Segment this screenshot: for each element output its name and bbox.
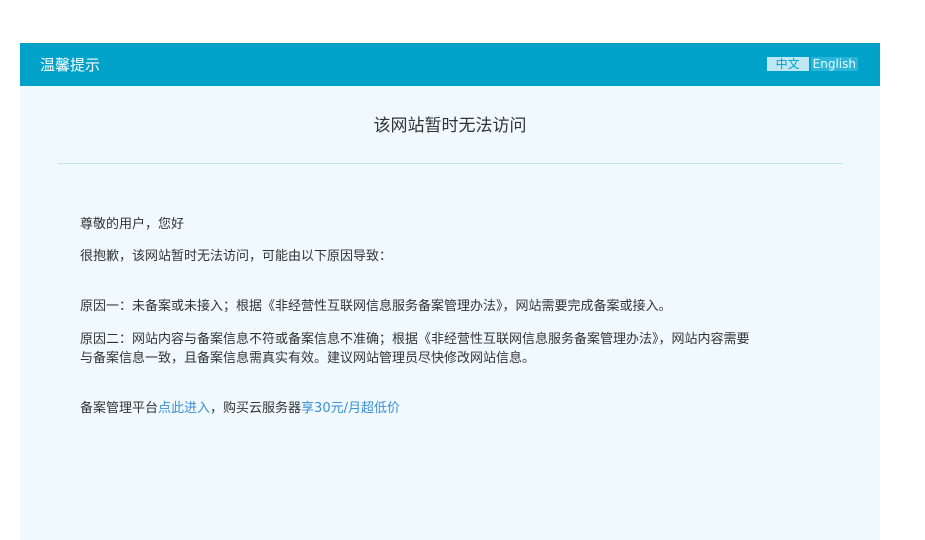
- lang-chinese-button[interactable]: 中文: [766, 57, 809, 71]
- intro-text: 很抱歉，该网站暂时无法访问，可能由以下原因导致：: [80, 249, 393, 264]
- reason-two-text-line2: 与备案信息一致，且备案信息需真实有效。建议网站管理员尽快修改网站信息。: [80, 351, 536, 366]
- footer-prefix-text: 备案管理平台: [80, 401, 159, 416]
- footer-line: 备案管理平台点此进入，购买云服务器享30元/月超低价: [80, 399, 400, 418]
- header-bar: 温馨提示 中文 English: [20, 43, 880, 86]
- page-title: 该网站暂时无法访问: [373, 116, 527, 136]
- language-switch: 中文 English: [766, 57, 858, 71]
- footer-middle-text: ，购买云服务器: [210, 401, 302, 416]
- title-divider: [58, 163, 843, 164]
- notice-panel: 温馨提示 中文 English 该网站暂时无法访问 尊敬的用户，您好 很抱歉，该…: [20, 43, 880, 540]
- reason-two-text-line1: 原因二：网站内容与备案信息不符或备案信息不准确；根据《非经营性互联网信息服务备案…: [80, 332, 750, 347]
- greeting-text: 尊敬的用户，您好: [80, 217, 185, 232]
- lang-english-button[interactable]: English: [810, 57, 858, 71]
- reason-one-text: 原因一：未备案或未接入；根据《非经营性互联网信息服务备案管理办法》，网站需要完成…: [80, 299, 672, 314]
- cloud-server-offer-link[interactable]: 享30元/月超低价: [301, 401, 400, 416]
- header-title: 温馨提示: [40, 56, 101, 74]
- beian-platform-link[interactable]: 点此进入: [158, 401, 210, 416]
